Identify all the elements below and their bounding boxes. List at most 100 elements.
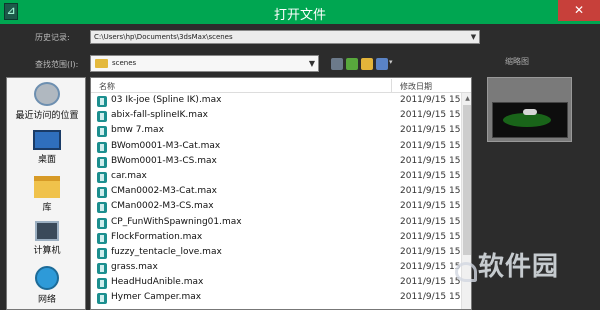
file-name: grass.max xyxy=(111,262,158,273)
scene-object xyxy=(523,109,537,115)
file-name: CMan0002-M3-CS.max xyxy=(111,201,214,212)
look-in-combo[interactable]: scenes xyxy=(90,55,319,72)
file-row[interactable]: HeadHudAnible.max 2011/9/15 15:2 xyxy=(91,276,471,291)
history-label: 历史记录: xyxy=(35,33,70,42)
max-file-icon xyxy=(97,202,107,214)
up-folder-icon[interactable] xyxy=(346,58,358,70)
library-icon xyxy=(34,176,60,198)
file-name: fuzzy_tentacle_love.max xyxy=(111,246,222,257)
file-date: 2011/9/15 15:2 xyxy=(400,201,470,212)
scroll-up-icon[interactable]: ▲ xyxy=(462,93,471,104)
file-name: FlockFormation.max xyxy=(111,231,203,242)
title-bar: ⊿ 打开文件 ✕ xyxy=(0,0,600,24)
sort-caret-icon: ^ xyxy=(289,77,295,82)
file-rows: 03 Ik-joe (Spline IK).max 2011/9/15 15:2 … xyxy=(91,94,471,307)
max-file-icon xyxy=(97,217,107,229)
max-file-icon xyxy=(97,141,107,153)
file-row[interactable]: BWom0001-M3-Cat.max 2011/9/15 15:2 xyxy=(91,140,471,155)
folder-icon xyxy=(95,59,108,68)
file-date: 2011/9/15 15:2 xyxy=(400,246,470,257)
file-date: 2011/9/15 15:2 xyxy=(400,110,470,121)
view-menu-chevron-icon[interactable]: ▾ xyxy=(389,58,393,66)
file-row[interactable]: CMan0002-M3-CS.max 2011/9/15 15:2 xyxy=(91,200,471,215)
chevron-down-icon[interactable]: ▼ xyxy=(305,56,319,71)
computer-icon xyxy=(35,221,59,241)
file-row[interactable]: FlockFormation.max 2011/9/15 15:2 xyxy=(91,231,471,246)
place-computer[interactable]: 计算机 xyxy=(7,221,87,256)
file-list[interactable]: ^ 名称 修改日期 03 Ik-joe (Spline IK).max 2011/… xyxy=(90,77,472,310)
file-date: 2011/9/15 15:2 xyxy=(400,125,470,136)
file-row[interactable]: 03 Ik-joe (Spline IK).max 2011/9/15 15:2 xyxy=(91,94,471,109)
watermark-text: 软件园 xyxy=(478,252,560,282)
column-header-name[interactable]: 名称 xyxy=(99,81,115,92)
close-button[interactable]: ✕ xyxy=(558,0,600,21)
file-name: abix-fall-splineIK.max xyxy=(111,110,208,121)
file-row[interactable]: CMan0002-M3-Cat.max 2011/9/15 15:2 xyxy=(91,185,471,200)
place-network[interactable]: 网络 xyxy=(7,266,87,305)
places-bar: 最近访问的位置 桌面 库 计算机 网络 xyxy=(6,77,86,310)
file-name: Hymer Camper.max xyxy=(111,292,202,303)
file-date: 2011/9/15 15:2 xyxy=(400,216,470,227)
max-file-icon xyxy=(97,96,107,107)
place-label: 库 xyxy=(42,203,52,213)
file-row[interactable]: grass.max 2011/9/15 15:2 xyxy=(91,261,471,276)
file-row[interactable]: BWom0001-M3-CS.max 2011/9/15 15:2 xyxy=(91,155,471,170)
file-row[interactable]: bmw 7.max 2011/9/15 15:2 xyxy=(91,124,471,139)
file-date: 2011/9/15 15:2 xyxy=(400,155,470,166)
file-name: BWom0001-M3-CS.max xyxy=(111,155,217,166)
file-name: BWom0001-M3-Cat.max xyxy=(111,140,221,151)
history-combo[interactable]: C:\Users\hp\Documents\3dsMax\scenes xyxy=(90,30,480,44)
file-date: 2011/9/15 15:2 xyxy=(400,231,470,242)
file-name: bmw 7.max xyxy=(111,125,164,136)
file-name: car.max xyxy=(111,170,147,181)
file-name: 03 Ik-joe (Spline IK).max xyxy=(111,95,222,105)
recent-places-icon xyxy=(34,82,60,106)
file-name: CMan0002-M3-Cat.max xyxy=(111,186,217,197)
place-label: 计算机 xyxy=(33,246,61,256)
file-list-header: ^ 名称 修改日期 xyxy=(91,77,471,93)
place-label: 网络 xyxy=(37,295,56,305)
column-divider[interactable] xyxy=(391,79,392,92)
max-file-icon xyxy=(97,278,107,290)
scene-ground-glow xyxy=(503,113,551,127)
file-name: HeadHudAnible.max xyxy=(111,277,204,288)
window-title: 打开文件 xyxy=(273,8,326,23)
chevron-down-icon[interactable]: ▼ xyxy=(468,31,479,43)
file-date: 2011/9/15 15:2 xyxy=(400,170,470,181)
max-file-icon xyxy=(97,293,107,305)
max-file-icon xyxy=(97,111,107,123)
file-row[interactable]: Hymer Camper.max 2011/9/15 15:2 xyxy=(91,291,471,306)
back-icon[interactable] xyxy=(331,58,343,70)
new-folder-icon[interactable] xyxy=(361,58,373,70)
max-file-icon xyxy=(97,126,107,138)
file-row[interactable]: car.max 2011/9/15 15:2 xyxy=(91,170,471,185)
max-file-icon xyxy=(97,247,107,259)
view-menu-icon[interactable] xyxy=(376,58,388,70)
file-date: 2011/9/15 15:2 xyxy=(400,95,470,105)
place-recent[interactable]: 最近访问的位置 xyxy=(7,82,87,121)
place-desktop[interactable]: 桌面 xyxy=(7,130,87,165)
scroll-thumb[interactable] xyxy=(463,105,471,255)
max-file-icon xyxy=(97,232,107,244)
file-date: 2011/9/15 15:2 xyxy=(400,140,470,151)
file-row[interactable]: fuzzy_tentacle_love.max 2011/9/15 15:2 xyxy=(91,246,471,261)
watermark-logo-icon xyxy=(455,262,477,282)
place-library[interactable]: 库 xyxy=(7,176,87,213)
max-file-icon xyxy=(97,171,107,183)
file-row[interactable]: CP_FunWithSpawning01.max 2011/9/15 15:2 xyxy=(91,216,471,231)
file-name: CP_FunWithSpawning01.max xyxy=(111,216,242,227)
thumbnail-label: 缩略图 xyxy=(505,57,529,66)
place-label: 桌面 xyxy=(37,155,56,165)
scene-preview-image xyxy=(492,102,568,138)
max-file-icon xyxy=(97,156,107,168)
file-date: 2011/9/15 15:2 xyxy=(400,292,470,303)
thumbnail-preview xyxy=(487,77,572,142)
file-row[interactable]: abix-fall-splineIK.max 2011/9/15 15:2 xyxy=(91,109,471,124)
max-file-icon xyxy=(97,187,107,199)
file-date: 2011/9/15 15:2 xyxy=(400,186,470,197)
column-header-date[interactable]: 修改日期 xyxy=(400,81,432,92)
max-file-icon xyxy=(97,263,107,275)
desktop-icon xyxy=(33,130,61,150)
network-icon xyxy=(35,266,59,290)
place-label: 最近访问的位置 xyxy=(15,111,79,121)
